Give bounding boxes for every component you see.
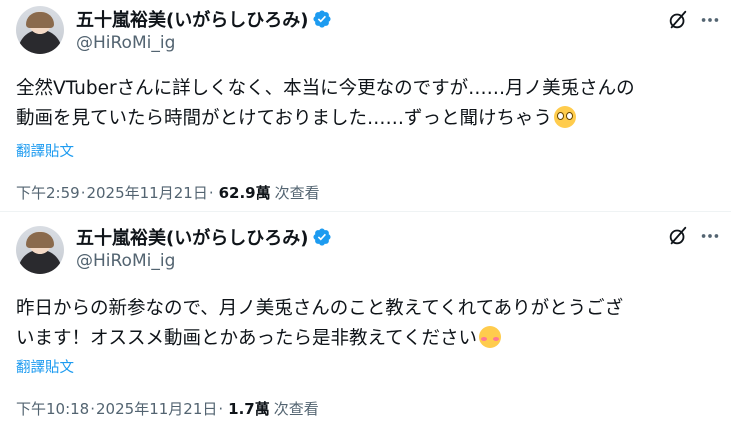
tweet-text-line-content: 動画を見ていたら時間がとけておりました……ずっと聞けちゃう [16, 108, 552, 129]
verified-badge-icon [313, 228, 331, 246]
smiling-face-with-blush-icon [479, 326, 502, 348]
grok-icon[interactable] [667, 9, 689, 31]
tweet-text-line: 昨日からの新参なので、月ノ美兎さんのこと教えてくれてありがとうござ [16, 298, 624, 319]
author-display-name[interactable]: 五十嵐裕美(いがらしひろみ) [76, 6, 308, 32]
tweet[interactable]: 五十嵐裕美(いがらしひろみ) @HiRoMi_ig 昨日からの新参なので、月ノ美… [0, 212, 731, 426]
author-handle[interactable]: @HiRoMi_ig [76, 33, 175, 53]
author-name-row: 五十嵐裕美(いがらしひろみ) [76, 224, 332, 250]
verified-badge-icon [313, 10, 331, 28]
author-name-row: 五十嵐裕美(いがらしひろみ) [76, 6, 332, 32]
avatar[interactable] [16, 6, 64, 54]
views-label: 次查看 [273, 400, 319, 418]
meta-separator: · [208, 183, 214, 202]
tweet-text-line: 動画を見ていたら時間がとけておりました……ずっと聞けちゃう [16, 104, 722, 134]
tweet[interactable]: 五十嵐裕美(いがらしひろみ) @HiRoMi_ig 全然VTuberさんに詳しく… [0, 0, 731, 212]
meta-separator: · [80, 183, 86, 202]
meta-separator: · [218, 399, 224, 418]
translate-post-link[interactable]: 翻譯貼文 [16, 356, 74, 377]
tweet-metadata: 下午10:18 · 2025年11月21日 · 1.7萬 次查看 [16, 398, 319, 419]
tweet-date[interactable]: 2025年11月21日 [96, 398, 217, 419]
tweet-time[interactable]: 下午10:18 [16, 398, 89, 419]
tweet-text: 全然VTuberさんに詳しくなく、本当に今更なのですが……月ノ美兎さんの 動画を… [16, 74, 722, 134]
avatar[interactable] [16, 226, 64, 274]
more-icon[interactable] [699, 225, 721, 247]
tweet-text-line-content: います！オススメ動画とかあったら是非教えてください [16, 328, 478, 349]
author-handle[interactable]: @HiRoMi_ig [76, 251, 175, 271]
pleading-face-icon [553, 106, 576, 128]
grok-icon[interactable] [667, 225, 689, 247]
meta-separator: · [90, 399, 96, 418]
tweet-metadata: 下午2:59 · 2025年11月21日 · 62.9萬 次查看 [16, 182, 320, 203]
tweet-date[interactable]: 2025年11月21日 [86, 182, 207, 203]
tweet-time[interactable]: 下午2:59 [16, 182, 80, 203]
translate-post-link[interactable]: 翻譯貼文 [16, 140, 74, 161]
author-display-name[interactable]: 五十嵐裕美(いがらしひろみ) [76, 224, 308, 250]
views-label: 次查看 [274, 184, 320, 202]
tweet-text-line: 全然VTuberさんに詳しくなく、本当に今更なのですが……月ノ美兎さんの [16, 78, 635, 99]
tweet-text: 昨日からの新参なので、月ノ美兎さんのこと教えてくれてありがとうござ います！オス… [16, 294, 722, 354]
more-icon[interactable] [699, 9, 721, 31]
views-count[interactable]: 1.7萬 [228, 398, 270, 419]
tweet-text-line: います！オススメ動画とかあったら是非教えてください [16, 324, 722, 354]
views-count[interactable]: 62.9萬 [219, 182, 271, 203]
